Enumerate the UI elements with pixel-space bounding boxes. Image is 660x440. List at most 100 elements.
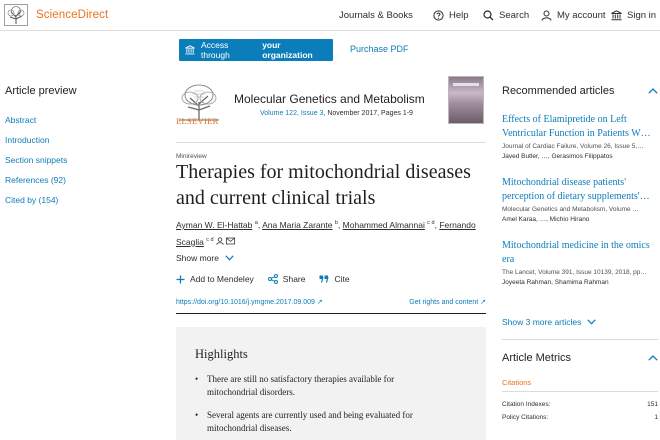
show-more-button[interactable]: Show more [176, 253, 234, 263]
journal-title[interactable]: Molecular Genetics and Metabolism [234, 92, 425, 106]
show-more-articles-label: Show 3 more articles [502, 317, 582, 327]
highlight-item: There are still no satisfactory therapie… [195, 373, 435, 398]
citations-label: Citations [502, 378, 532, 387]
access-bar: Access through your organization Purchas… [0, 32, 660, 67]
mendeley-label: Add to Mendeley [190, 274, 254, 284]
author-affiliation[interactable]: c d [206, 237, 213, 243]
journal-cover-image[interactable] [448, 76, 484, 124]
recommended-article-title[interactable]: Mitochondrial disease patients' percepti… [502, 176, 654, 204]
metric-value: 1 [654, 414, 658, 421]
recommended-articles-panel: Recommended articles Effects of Elamipre… [502, 85, 658, 288]
recommended-article: Effects of Elamipretide on Left Ventricu… [502, 113, 658, 162]
recommended-article-authors: Amel Karaa, …, Michio Hirano [502, 216, 590, 223]
chevron-down-icon [587, 319, 597, 325]
sidebar-item-introduction[interactable]: Introduction [5, 130, 155, 150]
help-icon [433, 10, 444, 21]
chevron-down-icon [225, 255, 234, 261]
chevron-up-icon[interactable] [648, 88, 658, 94]
elsevier-tree-icon [4, 4, 28, 26]
recommended-title: Recommended articles [502, 85, 615, 97]
institution-icon [185, 45, 195, 55]
author-link[interactable]: Mohammed Almannai [343, 220, 425, 230]
article-preview-sidebar: Article preview Abstract Introduction Se… [5, 85, 155, 210]
divider [176, 313, 486, 314]
nav-journals-label: Journals & Books [339, 10, 413, 21]
access-button-prefix: Access through [201, 40, 230, 60]
recommended-article-source: Molecular Genetics and Metabolism, Volum… [502, 206, 639, 213]
highlights-list: There are still no satisfactory therapie… [195, 373, 435, 440]
author-affiliation[interactable]: c d [427, 220, 434, 226]
external-link-icon: ↗ [480, 299, 486, 306]
sidebar-title: Article preview [5, 85, 77, 97]
author-affiliation[interactable]: a [255, 220, 258, 226]
elsevier-wordmark: ELSEVIER [176, 116, 219, 126]
metric-row: Policy Citations: 1 [502, 414, 658, 421]
quote-icon [319, 275, 330, 283]
recommended-article: Mitochondrial medicine in the omics era … [502, 239, 658, 288]
highlight-item: Several agents are currently used and be… [195, 409, 435, 434]
volume-issue-link[interactable]: Volume 122, Issue 3 [260, 110, 323, 117]
show-more-articles-button[interactable]: Show 3 more articles [502, 317, 658, 327]
highlights-title: Highlights [195, 347, 248, 361]
article-title: Therapies for mitochondrial diseases and… [176, 161, 471, 209]
recommended-article-source: The Lancet, Volume 391, Issue 10139, 201… [502, 269, 647, 276]
get-rights-link[interactable]: Get rights and content ↗ [409, 298, 486, 306]
journal-issue-info: Volume 122, Issue 3, November 2017, Page… [260, 110, 413, 117]
sciencedirect-logo[interactable]: ScienceDirect [4, 4, 108, 26]
cite-label: Cite [334, 274, 350, 284]
add-to-mendeley-button[interactable]: Add to Mendeley [176, 274, 254, 284]
share-button[interactable]: Share [267, 274, 305, 284]
nav-search-label: Search [499, 10, 530, 21]
purchase-pdf-link[interactable]: Purchase PDF [350, 44, 409, 54]
sidebar-item-references[interactable]: References (92) [5, 170, 155, 190]
author-link[interactable]: Ana Maria Zarante [262, 220, 332, 230]
article-metrics-panel: Article Metrics Citations Citation Index… [502, 352, 658, 421]
author-list: Ayman W. El-Hattab a, Ana Maria Zarante … [176, 219, 476, 247]
institution-icon [611, 10, 622, 21]
user-icon [541, 10, 552, 21]
plus-icon [176, 275, 185, 284]
sidebar-item-abstract[interactable]: Abstract [5, 110, 155, 130]
cite-button[interactable]: Cite [319, 274, 350, 284]
article-actions: Add to Mendeley Share Cite [176, 274, 364, 284]
recommended-footer: Show 3 more articles [502, 317, 658, 327]
doi-row: https://doi.org/10.1016/j.ymgme.2017.09.… [176, 298, 486, 306]
nav-sign-in[interactable]: Sign in [611, 0, 656, 31]
journal-header: ELSEVIER Molecular Genetics and Metaboli… [176, 76, 486, 132]
recommended-article-source: Journal of Cardiac Failure, Volume 26, I… [502, 143, 644, 150]
nav-signin-label: Sign in [627, 10, 657, 21]
sidebar-item-section-snippets[interactable]: Section snippets [5, 150, 155, 170]
corresponding-author-icon[interactable] [216, 236, 224, 247]
chevron-up-icon[interactable] [648, 355, 658, 361]
metric-label: Policy Citations: [502, 414, 549, 421]
nav-journals-books[interactable]: Journals & Books [339, 0, 413, 31]
recommended-article-title[interactable]: Effects of Elamipretide on Left Ventricu… [502, 113, 654, 141]
metric-value: 151 [647, 401, 658, 408]
metric-row: Citation Indexes: 151 [502, 401, 658, 408]
nav-help[interactable]: Help [433, 0, 469, 31]
metric-label: Citation Indexes: [502, 401, 551, 408]
search-icon [483, 10, 494, 21]
recommended-article: Mitochondrial disease patients' percepti… [502, 176, 658, 225]
highlights-section: Highlights There are still no satisfacto… [176, 327, 486, 440]
brand-name: ScienceDirect [36, 9, 109, 21]
recommended-article-authors: Joyeeta Rahman, Shamima Rahman [502, 279, 609, 286]
nav-my-account[interactable]: My account [541, 0, 606, 31]
nav-help-label: Help [449, 10, 469, 21]
sidebar-item-cited-by[interactable]: Cited by (154) [5, 190, 155, 210]
recommended-header[interactable]: Recommended articles [502, 85, 658, 97]
divider [502, 339, 658, 340]
metrics-header[interactable]: Article Metrics [502, 352, 658, 364]
author-affiliation[interactable]: b [335, 220, 338, 226]
author-link[interactable]: Ayman W. El-Hattab [176, 220, 252, 230]
issue-date-pages: , November 2017, Pages 1-9 [323, 110, 413, 117]
doi-link[interactable]: https://doi.org/10.1016/j.ymgme.2017.09.… [176, 299, 323, 306]
access-button-bold: your organization [262, 40, 313, 60]
access-organization-button[interactable]: Access through your organization [179, 39, 333, 61]
metrics-title: Article Metrics [502, 352, 572, 364]
email-icon[interactable] [226, 237, 236, 247]
recommended-article-title[interactable]: Mitochondrial medicine in the omics era [502, 239, 654, 267]
external-link-icon: ↗ [316, 299, 323, 306]
nav-search[interactable]: Search [483, 0, 529, 31]
share-icon [267, 274, 278, 284]
